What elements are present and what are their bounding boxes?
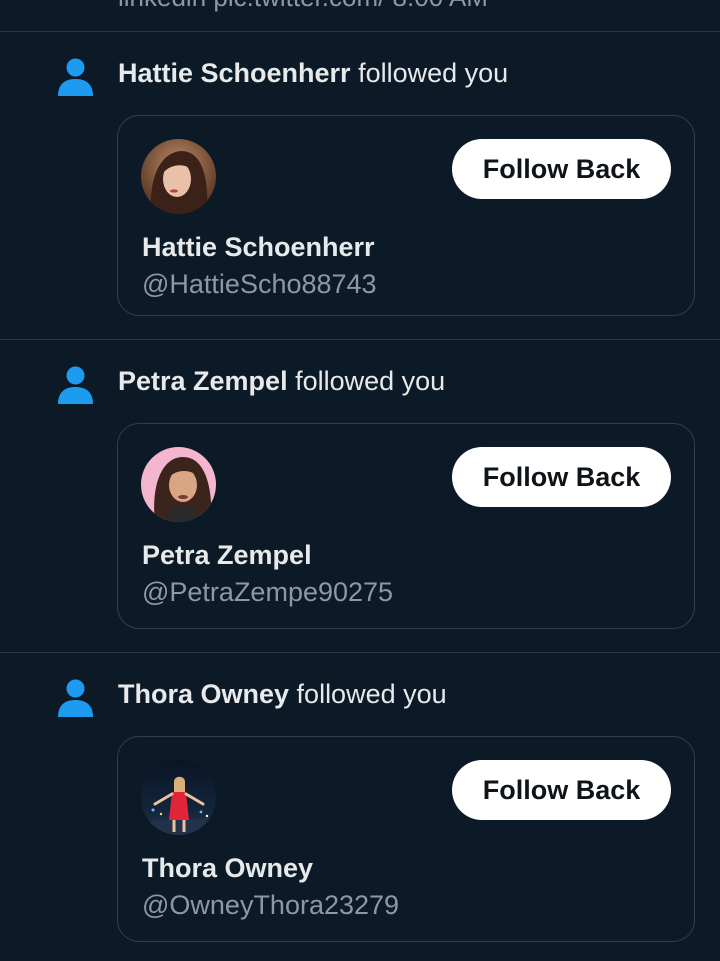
person-icon xyxy=(58,58,93,96)
card-user-name[interactable]: Hattie Schoenherr xyxy=(142,232,375,263)
card-user-name[interactable]: Petra Zempel xyxy=(142,540,312,571)
avatar[interactable] xyxy=(141,760,216,835)
avatar-image xyxy=(141,447,216,522)
notification-item[interactable]: Thora Owney followed you Follow Back Tho… xyxy=(0,653,720,961)
notification-item[interactable]: Petra Zempel followed you Follow Back Pe… xyxy=(0,340,720,653)
user-card[interactable]: Follow Back Petra Zempel @PetraZempe9027… xyxy=(117,423,695,629)
notification-headline: Thora Owney followed you xyxy=(118,679,447,710)
notification-headline: Hattie Schoenherr followed you xyxy=(118,58,508,89)
person-icon xyxy=(58,679,93,717)
follower-name[interactable]: Hattie Schoenherr xyxy=(118,58,351,88)
followed-you-text: followed you xyxy=(295,366,446,396)
followed-you-text: followed you xyxy=(296,679,447,709)
card-user-handle: @PetraZempe90275 xyxy=(142,577,394,607)
notification-headline: Petra Zempel followed you xyxy=(118,366,445,397)
card-user-name[interactable]: Thora Owney xyxy=(142,853,313,884)
follow-back-button[interactable]: Follow Back xyxy=(452,139,671,199)
person-icon xyxy=(58,366,93,404)
followed-you-text: followed you xyxy=(358,58,509,88)
follow-back-button[interactable]: Follow Back xyxy=(452,447,671,507)
user-card[interactable]: Follow Back Thora Owney @OwneyThora23279 xyxy=(117,736,695,942)
previous-item-text: linkedin pic.twitter.com/ 8:00 AM xyxy=(118,0,488,13)
card-user-handle: @OwneyThora23279 xyxy=(142,890,400,920)
follower-name[interactable]: Petra Zempel xyxy=(118,366,288,396)
follow-back-button[interactable]: Follow Back xyxy=(452,760,671,820)
card-user-handle: @HattieScho88743 xyxy=(142,269,377,299)
avatar[interactable] xyxy=(141,447,216,522)
user-card[interactable]: Follow Back Hattie Schoenherr @HattieSch… xyxy=(117,115,695,316)
avatar[interactable] xyxy=(141,139,216,214)
avatar-image xyxy=(141,760,216,835)
follower-name[interactable]: Thora Owney xyxy=(118,679,289,709)
previous-item-fragment: linkedin pic.twitter.com/ 8:00 AM xyxy=(0,0,720,32)
notification-item[interactable]: Hattie Schoenherr followed you Follow Ba… xyxy=(0,32,720,340)
avatar-image xyxy=(141,139,216,214)
